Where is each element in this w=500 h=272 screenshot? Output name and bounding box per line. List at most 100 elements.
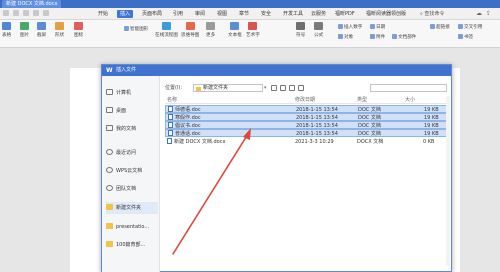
command-search[interactable]: ⌕ 查找命令	[420, 10, 472, 18]
menu-developer[interactable]: 开发工具	[280, 10, 306, 18]
menu-home[interactable]: 开始	[95, 10, 111, 18]
column-size[interactable]: 大小	[405, 97, 415, 104]
symbol-button[interactable]: 符号	[296, 22, 305, 38]
menu-review[interactable]: 审阅	[192, 10, 208, 18]
sidebar-item-recent[interactable]: 最近访问	[106, 147, 158, 159]
column-name[interactable]: 名称	[167, 97, 177, 104]
sidebar-item-new-folder[interactable]: 新建文件夹	[106, 202, 158, 214]
print-icon[interactable]	[23, 10, 29, 16]
column-date[interactable]: 修改日期	[295, 97, 315, 104]
screenshot-button[interactable]: 截屏	[37, 22, 46, 38]
word-art-label: 艺术字	[246, 33, 260, 38]
shape-button[interactable]: 形状	[55, 22, 64, 38]
sidebar-item-label: presentatio...	[116, 224, 150, 230]
sidebar-item-education[interactable]: 100篇育部...	[106, 239, 158, 251]
smart-art-button[interactable]: 智能图形	[124, 26, 148, 32]
cloud-sync-icon[interactable]: ☁	[476, 10, 482, 18]
date-button[interactable]: 日期	[370, 24, 385, 30]
doc-file-icon	[168, 130, 173, 136]
mind-map-button[interactable]: 思维导图	[181, 22, 199, 38]
app-title-bar: 新建 DOCX 文档.docx	[0, 0, 500, 8]
table-button[interactable]: 表格	[2, 22, 11, 38]
save-icon[interactable]	[3, 10, 9, 16]
up-folder-icon[interactable]	[280, 85, 286, 91]
formula-button[interactable]: 公式	[314, 22, 323, 38]
command-search-label: 查找命令	[424, 11, 445, 17]
bookmark-button[interactable]: 书签	[458, 34, 473, 40]
chevron-down-icon[interactable]: ▾	[264, 84, 267, 93]
sidebar-item-label: 我的文档	[116, 126, 137, 132]
picture-label: 图片	[20, 33, 30, 38]
more-button[interactable]: 更多	[206, 22, 215, 38]
redo-icon[interactable]	[33, 10, 39, 16]
sidebar-item-my-documents[interactable]: 我的文档	[106, 123, 158, 135]
symbol-icon	[296, 22, 306, 30]
sidebar-item-wps-cloud[interactable]: WPS云文档	[106, 165, 158, 177]
desktop-icon	[106, 107, 113, 113]
folder-icon	[106, 223, 113, 229]
sidebar-item-label: 团队文档	[116, 186, 137, 192]
file-list-scrollbar[interactable]	[446, 96, 450, 266]
location-select[interactable]: 新建文件夹	[193, 84, 263, 92]
undo-icon[interactable]	[13, 10, 19, 16]
back-icon[interactable]	[271, 85, 277, 91]
location-value: 新建文件夹	[203, 85, 229, 91]
textbox-button[interactable]: 文本框	[228, 22, 242, 38]
attachment-button[interactable]: 附件	[370, 34, 385, 40]
location-label: 位置(I):	[165, 85, 183, 91]
sidebar-item-label: 新建文件夹	[116, 205, 142, 211]
share-icon[interactable]: ⇪	[486, 10, 491, 18]
file-name: 新建 DOCX 文档.docx	[174, 139, 226, 145]
column-type[interactable]: 类型	[357, 97, 367, 104]
file-search-input[interactable]	[370, 84, 447, 92]
sidebar-item-presentation[interactable]: presentatio...	[106, 221, 158, 233]
menu-page-layout[interactable]: 页面布局	[139, 10, 165, 18]
word-art-button[interactable]: 艺术字	[246, 22, 260, 38]
customize-icon[interactable]	[43, 10, 49, 16]
sidebar-item-computer[interactable]: 计算机	[106, 87, 158, 99]
mind-map-label: 思维导图	[181, 33, 200, 38]
menu-bar: 开始 插入 页面布局 引用 审阅 视图 章节 安全 开发工具 云服务 福昕PDF…	[0, 8, 500, 20]
dialog-title-bar[interactable]: W 插入文件	[102, 65, 451, 76]
file-row[interactable]: 师德语.doc 2018-1-15 13:54 DOC 文档 19 KB	[165, 105, 447, 113]
file-date: 2021-3-3 10:29	[295, 139, 334, 145]
screenshot-icon	[37, 22, 47, 30]
sidebar-item-desktop[interactable]: 桌面	[106, 105, 158, 117]
online-flowchart-label: 在线流程图	[155, 33, 178, 38]
dialog-title: 插入文件	[116, 67, 137, 73]
screenshot-label: 截屏	[37, 33, 47, 38]
file-row[interactable]: 新建 DOCX 文档.docx 2021-3-3 10:29 DOCX 文档 0…	[165, 138, 447, 146]
picture-button[interactable]: 图片	[20, 22, 29, 38]
menu-security[interactable]: 安全	[258, 10, 274, 18]
location-toolbar: 位置(I): 新建文件夹 ▾	[165, 84, 447, 93]
sidebar-item-label: 100篇育部...	[116, 242, 146, 248]
menu-foxit-pdf[interactable]: 福昕PDF	[332, 10, 358, 18]
more-label: 更多	[206, 33, 216, 38]
sidebar-item-label: WPS云文档	[116, 168, 143, 174]
menu-insert[interactable]: 插入	[117, 10, 134, 18]
menu-sections[interactable]: 章节	[236, 10, 252, 18]
quick-access-icons	[3, 10, 49, 16]
insert-number-button[interactable]: 插入数字	[338, 24, 362, 30]
document-parts-button[interactable]: 文档部件	[392, 34, 416, 40]
cross-reference-button[interactable]: 交叉引用	[458, 24, 482, 30]
menu-cloud[interactable]: 云服务	[308, 10, 329, 18]
online-flowchart-button[interactable]: 在线流程图	[155, 22, 178, 38]
file-row[interactable]: 倡议书.doc 2018-1-15 13:54 DOC 文档 19 KB	[165, 121, 447, 129]
menu-view[interactable]: 视图	[214, 10, 230, 18]
file-row[interactable]: 寒假作.doc 2018-1-15 13:54 DOC 文档 19 KB	[165, 113, 447, 121]
menu-foxit-reader[interactable]: 福昕阅读器领创版	[363, 10, 409, 18]
hyperlink-button[interactable]: 超链接	[430, 24, 450, 30]
object-button[interactable]: 对象	[338, 34, 353, 40]
new-folder-icon[interactable]	[289, 85, 295, 91]
sidebar-item-team-docs[interactable]: 团队文档	[106, 183, 158, 195]
view-menu-icon[interactable]	[298, 85, 304, 91]
file-type: DOC 文档	[358, 131, 381, 137]
folder-icon	[106, 241, 113, 247]
document-tab[interactable]: 新建 DOCX 文档.docx	[2, 0, 62, 8]
more-icon	[206, 22, 216, 30]
file-row[interactable]: 普通话.doc 2018-1-15 13:54 DOC 文档 19 KB	[165, 129, 447, 137]
clock-icon	[106, 149, 113, 155]
icons-button[interactable]: 图标	[74, 22, 83, 38]
menu-references[interactable]: 引用	[170, 10, 186, 18]
